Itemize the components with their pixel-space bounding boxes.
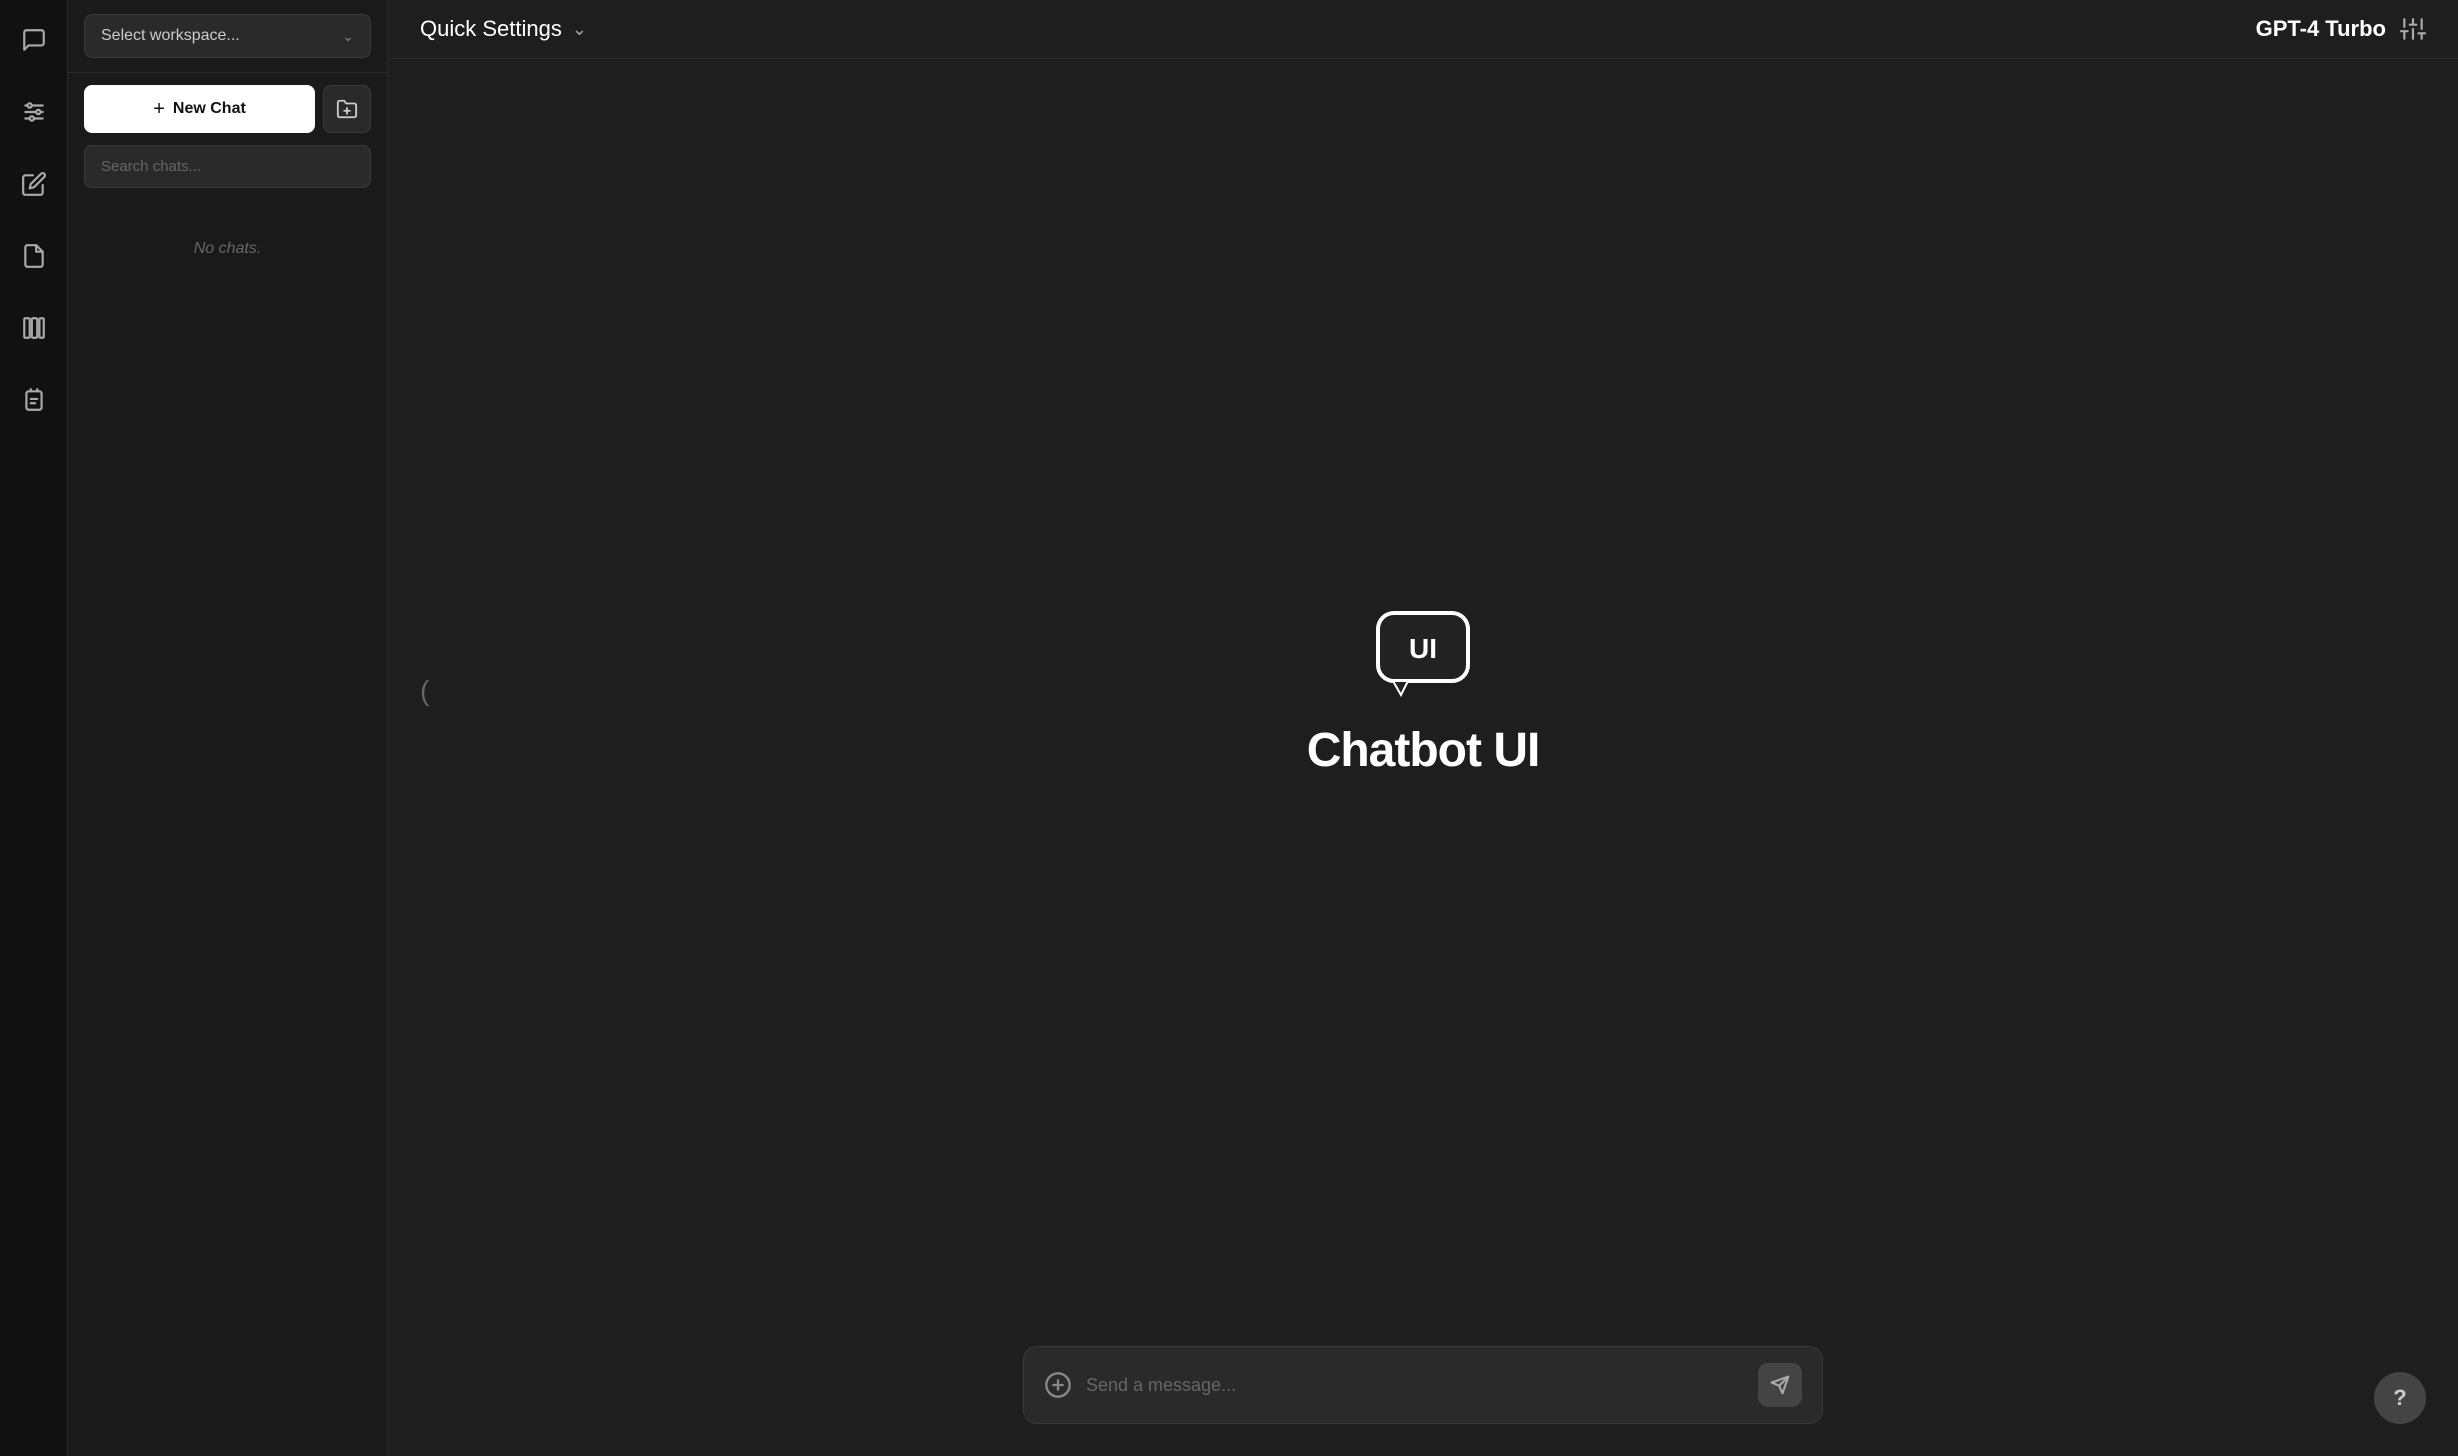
quick-settings-button[interactable]: Quick Settings ⌄	[420, 16, 587, 42]
help-button[interactable]: ?	[2374, 1372, 2426, 1424]
chat-panel: Select workspace... ⌄ + New Chat No chat…	[68, 0, 388, 1456]
send-icon	[1770, 1375, 1790, 1395]
new-chat-button[interactable]: + New Chat	[84, 85, 315, 133]
sidebar-icon-edit[interactable]	[14, 164, 54, 204]
plus-circle-icon	[1044, 1371, 1072, 1399]
workspace-dropdown[interactable]: Select workspace... ⌄	[84, 14, 371, 58]
model-selector[interactable]: GPT-4 Turbo	[2256, 16, 2426, 42]
chatbot-logo: UI Chatbot UI	[1307, 603, 1540, 778]
sidebar-icon-clipboard[interactable]	[14, 380, 54, 420]
sidebar-icon-settings[interactable]	[14, 92, 54, 132]
workspace-chevron-icon: ⌄	[342, 28, 354, 45]
collapse-sidebar-button[interactable]: (	[412, 667, 437, 715]
workspace-selector: Select workspace... ⌄	[68, 0, 387, 73]
message-input-container	[1023, 1346, 1823, 1424]
message-input[interactable]	[1086, 1375, 1744, 1396]
help-label: ?	[2393, 1385, 2406, 1411]
search-bar	[84, 145, 371, 188]
new-chat-label: New Chat	[173, 100, 246, 118]
chat-actions: + New Chat	[68, 73, 387, 145]
model-settings-button[interactable]	[2400, 16, 2426, 42]
model-name: GPT-4 Turbo	[2256, 16, 2386, 42]
top-header: Quick Settings ⌄ GPT-4 Turbo	[388, 0, 2458, 59]
search-input[interactable]	[84, 145, 371, 188]
sidebar-icon-chat[interactable]	[14, 20, 54, 60]
send-button[interactable]	[1758, 1363, 1802, 1407]
plus-icon: +	[153, 99, 165, 119]
collapse-icon: (	[420, 675, 429, 706]
new-folder-button[interactable]	[323, 85, 371, 133]
no-chats-message: No chats.	[68, 200, 387, 1456]
center-area: ( UI Chatbot UI	[388, 59, 2458, 1322]
sidebar-icon-document[interactable]	[14, 236, 54, 276]
quick-settings-label: Quick Settings	[420, 16, 562, 42]
add-attachment-button[interactable]	[1044, 1371, 1072, 1399]
svg-text:UI: UI	[1409, 633, 1437, 664]
input-area	[388, 1322, 2458, 1456]
icon-sidebar	[0, 0, 68, 1456]
folder-plus-icon	[336, 98, 358, 120]
sidebar-icon-library[interactable]	[14, 308, 54, 348]
main-content: Quick Settings ⌄ GPT-4 Turbo (	[388, 0, 2458, 1456]
brand-name: Chatbot UI	[1307, 723, 1540, 778]
sliders-icon	[2400, 16, 2426, 42]
workspace-label: Select workspace...	[101, 27, 240, 45]
quick-settings-chevron-icon: ⌄	[572, 19, 587, 40]
chatbot-ui-logo-icon: UI	[1373, 603, 1473, 703]
